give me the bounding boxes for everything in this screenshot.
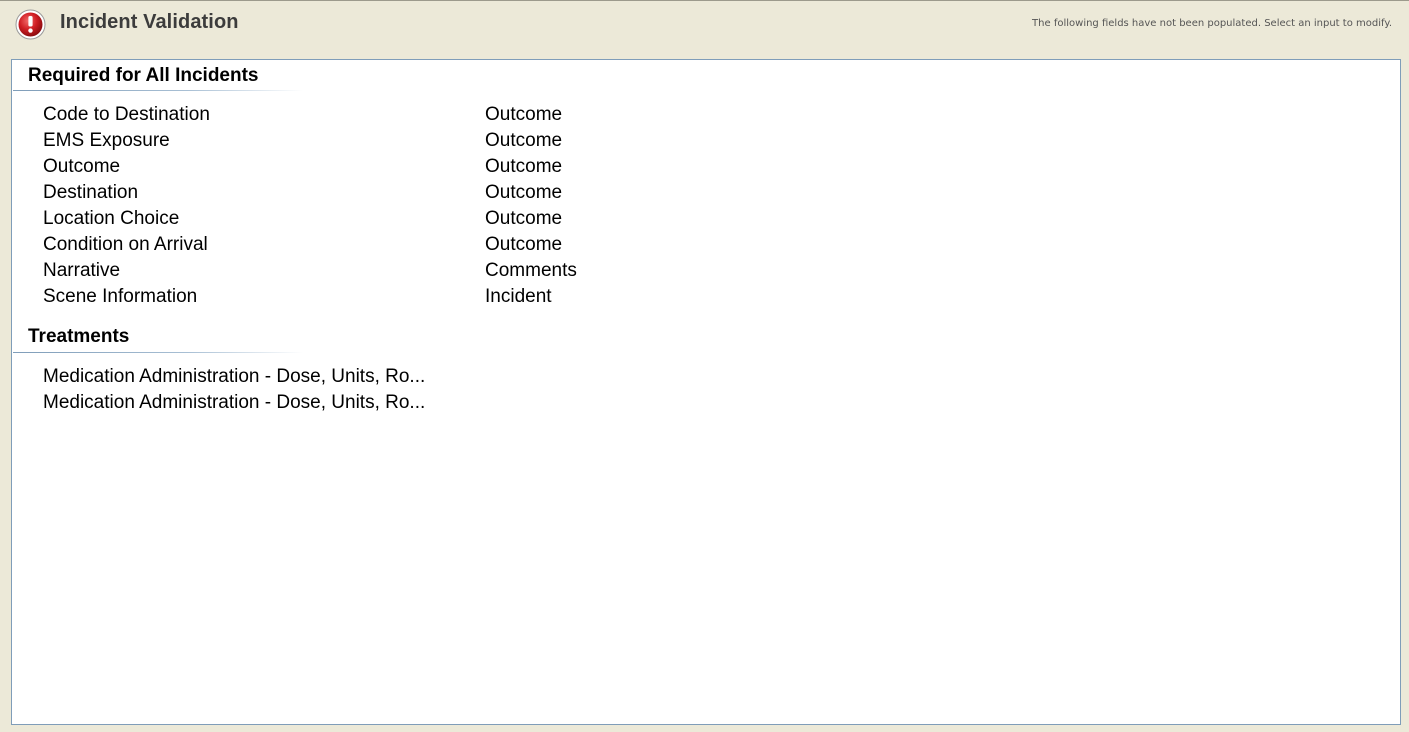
field-page[interactable]: Outcome — [485, 208, 562, 230]
instruction-text: The following fields have not been popul… — [1032, 18, 1392, 29]
section-divider — [13, 90, 303, 91]
validation-row[interactable]: Medication Administration - Dose, Units,… — [43, 390, 743, 416]
field-name[interactable]: EMS Exposure — [43, 130, 170, 152]
section-divider — [13, 352, 303, 353]
field-page[interactable]: Incident — [485, 286, 552, 308]
field-name[interactable]: Narrative — [43, 260, 120, 282]
validation-header: Incident Validation The following fields… — [0, 1, 1409, 57]
field-page[interactable]: Outcome — [485, 182, 562, 204]
validation-row[interactable]: Condition on Arrival Outcome — [43, 232, 743, 258]
field-name[interactable]: Condition on Arrival — [43, 234, 208, 256]
field-page[interactable]: Outcome — [485, 156, 562, 178]
alert-icon — [15, 9, 46, 40]
field-name[interactable]: Outcome — [43, 156, 120, 178]
validation-row[interactable]: EMS Exposure Outcome — [43, 128, 743, 154]
validation-row[interactable]: Scene Information Incident — [43, 284, 743, 310]
validation-row[interactable]: Code to Destination Outcome — [43, 102, 743, 128]
validation-row[interactable]: Outcome Outcome — [43, 154, 743, 180]
field-name[interactable]: Location Choice — [43, 208, 179, 230]
field-name[interactable]: Medication Administration - Dose, Units,… — [43, 392, 425, 414]
field-name[interactable]: Scene Information — [43, 286, 197, 308]
section-header-required: Required for All Incidents — [28, 65, 259, 86]
validation-row[interactable]: Destination Outcome — [43, 180, 743, 206]
field-name[interactable]: Destination — [43, 182, 138, 204]
field-page[interactable]: Outcome — [485, 130, 562, 152]
field-page[interactable]: Comments — [485, 260, 577, 282]
section-header-treatments: Treatments — [28, 326, 130, 347]
treatment-fields-list: Medication Administration - Dose, Units,… — [43, 364, 743, 416]
validation-panel: Required for All Incidents Code to Desti… — [11, 59, 1401, 725]
validation-row[interactable]: Location Choice Outcome — [43, 206, 743, 232]
field-page[interactable]: Outcome — [485, 234, 562, 256]
validation-row[interactable]: Medication Administration - Dose, Units,… — [43, 364, 743, 390]
field-name[interactable]: Medication Administration - Dose, Units,… — [43, 366, 425, 388]
page-title: Incident Validation — [60, 11, 239, 33]
field-name[interactable]: Code to Destination — [43, 104, 210, 126]
required-fields-list: Code to Destination Outcome EMS Exposure… — [43, 102, 743, 310]
field-page[interactable]: Outcome — [485, 104, 562, 126]
validation-row[interactable]: Narrative Comments — [43, 258, 743, 284]
